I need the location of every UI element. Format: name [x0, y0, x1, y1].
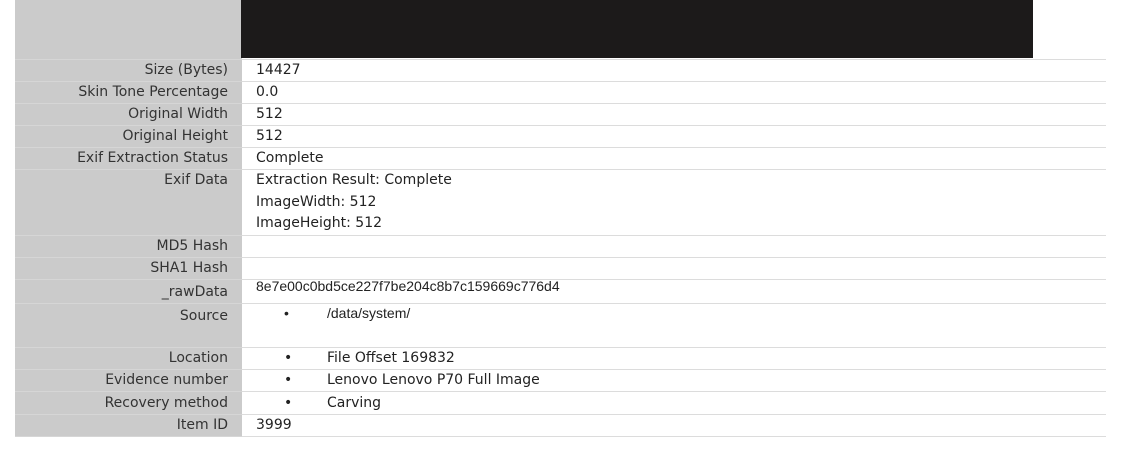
evidence-row: Evidence number • Lenovo Lenovo P70 Full… [15, 369, 1106, 392]
recovery-value: Carving [327, 394, 382, 411]
original-height-label: Original Height [15, 126, 242, 148]
item-id-row: Item ID 3999 [15, 414, 1106, 437]
original-width-row: Original Width 512 [15, 104, 1106, 126]
bullet-icon: • [284, 304, 289, 321]
bullet-icon: • [284, 371, 293, 388]
evidence-value: Lenovo Lenovo P70 Full Image [327, 371, 540, 388]
bullet-icon: • [284, 349, 293, 366]
source-value-cell: • /data/system/ [242, 304, 1106, 347]
exif-line: ImageWidth: 512 [256, 193, 377, 210]
exif-status-row: Exif Extraction Status Complete [15, 148, 1106, 170]
properties-table: Size (Bytes) 14427 Skin Tone Percentage … [15, 0, 1106, 437]
size-bytes-row: Size (Bytes) 14427 [15, 60, 1106, 82]
md5-label: MD5 Hash [15, 235, 242, 258]
location-label: Location [15, 347, 242, 370]
md5-row: MD5 Hash [15, 235, 1106, 258]
exif-data-row: Exif Data Extraction Result: Complete Im… [15, 170, 1106, 236]
item-id-label: Item ID [15, 414, 242, 437]
original-width-value: 512 [256, 106, 283, 122]
original-width-label: Original Width [15, 104, 242, 126]
location-value-cell: • File Offset 169832 [242, 348, 1106, 369]
exif-status-label: Exif Extraction Status [15, 148, 242, 170]
exif-data-label: Exif Data [15, 170, 242, 236]
exif-line: ImageHeight: 512 [256, 215, 383, 231]
exif-status-value: Complete [256, 150, 324, 166]
source-row: Source • /data/system/ [15, 303, 1106, 348]
skin-tone-value: 0.0 [256, 84, 279, 100]
original-height-row: Original Height 512 [15, 126, 1106, 148]
size-bytes-label: Size (Bytes) [15, 60, 242, 82]
sha1-label: SHA1 Hash [15, 257, 242, 280]
skin-tone-label: Skin Tone Percentage [15, 82, 242, 104]
size-bytes-value: 14427 [256, 62, 301, 78]
evidence-value-cell: • Lenovo Lenovo P70 Full Image [242, 370, 1106, 391]
raw-data-value: 8e7e00c0bd5ce227f7be204c8b7c159669c776d4 [256, 277, 560, 294]
exif-data-value: Extraction Result: Complete ImageWidth: … [242, 170, 1106, 235]
location-row: Location • File Offset 169832 [15, 347, 1106, 370]
source-value: /data/system/ [327, 304, 411, 321]
original-height-value: 512 [256, 128, 283, 144]
raw-data-label: _rawData [15, 279, 242, 304]
skin-tone-row: Skin Tone Percentage 0.0 [15, 82, 1106, 104]
image-preview-label [15, 0, 242, 60]
item-id-value: 3999 [256, 416, 292, 433]
exif-line: Extraction Result: Complete [256, 172, 452, 188]
recovery-label: Recovery method [15, 391, 242, 415]
recovery-row: Recovery method • Carving [15, 391, 1106, 415]
raw-data-row: _rawData 8e7e00c0bd5ce227f7be204c8b7c159… [15, 278, 1106, 304]
location-value: File Offset 169832 [327, 349, 455, 366]
recovery-value-cell: • Carving [242, 392, 1106, 414]
bullet-icon: • [284, 394, 293, 411]
md5-value [242, 236, 1106, 257]
source-label: Source [15, 303, 242, 348]
evidence-label: Evidence number [15, 369, 242, 392]
image-preview [241, 0, 1033, 58]
